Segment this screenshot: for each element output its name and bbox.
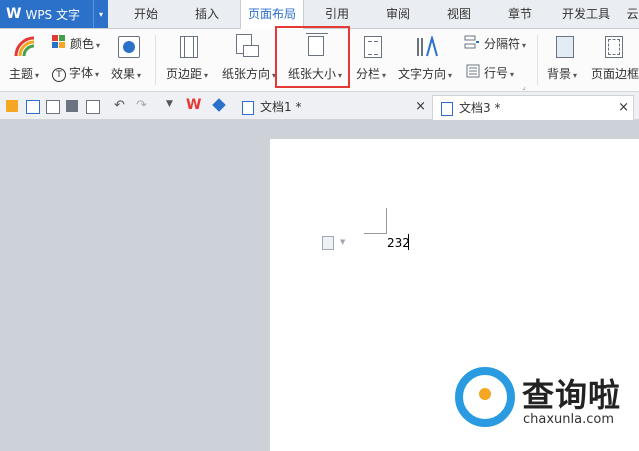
ribbon-separator [155,35,156,85]
wps-logo-icon: W [6,6,22,22]
chevron-down-icon: ▾ [35,71,40,80]
breaks-label: 分隔符 [484,37,521,51]
columns-button[interactable]: 分栏 ▾ [356,65,386,82]
tab-insert[interactable]: 插入 [183,0,231,28]
chevron-down-icon: ▾ [137,71,142,80]
tab-document-1[interactable]: 文档1 * × [238,95,426,119]
background-icon [556,36,574,58]
highlight-box [275,26,350,88]
background-label: 背景 [547,67,572,81]
page-border-icon [605,36,623,58]
columns-label: 分栏 [356,67,381,81]
page-border-button[interactable]: 页面边框 [591,65,639,82]
effect-button[interactable]: 效果 ▾ [111,65,141,82]
text-direction-label: 文字方向 [398,67,447,81]
theme-button[interactable]: 主题 ▾ [9,65,39,82]
page-border-label: 页面边框 [591,67,639,81]
tab-document-3-label: 文档3 * [459,101,501,115]
watermark-title: 查询啦 [522,376,622,414]
print-preview-icon[interactable] [86,100,100,114]
tab-cloud[interactable]: 云 [626,0,639,28]
orientation-icon [236,34,259,57]
margins-label: 页边距 [166,67,203,81]
line-numbers-icon [466,64,480,78]
effect-icon [118,36,140,58]
open-folder-icon[interactable] [6,100,18,112]
export-pdf-icon[interactable] [46,100,60,114]
chevron-down-icon: ▾ [95,70,100,79]
tab-review[interactable]: 审阅 [374,0,422,28]
paragraph-layout-icon[interactable] [322,236,334,250]
document-icon [441,101,453,116]
line-numbers-button[interactable]: 行号 ▾ [484,64,514,81]
tab-start[interactable]: 开始 [122,0,170,28]
line-numbers-label: 行号 [484,66,509,80]
print-icon[interactable] [66,100,78,112]
font-icon: T [52,68,66,82]
color-button[interactable]: 颜色 ▾ [70,35,100,52]
margins-button[interactable]: 页边距 ▾ [166,65,208,82]
tab-document-1-label: 文档1 * [260,100,302,114]
document-icon [242,100,254,115]
text-direction-icon [417,36,438,57]
tab-document-3[interactable]: 文档3 * × [432,95,634,120]
text-cursor [408,234,409,250]
chevron-down-icon: ▾ [96,41,101,50]
close-icon[interactable]: × [618,96,629,120]
margins-icon [180,36,198,58]
document-text[interactable]: 232 [387,236,410,250]
color-icon [52,35,65,48]
margin-marker [386,208,387,234]
breaks-icon [464,35,479,49]
breaks-button[interactable]: 分隔符 ▾ [484,35,526,52]
app-dropdown-icon[interactable]: ▾ [93,0,108,28]
font-label: 字体 [69,66,94,80]
watermark-dot [479,388,491,400]
chevron-down-icon: ▾ [510,70,515,79]
tab-developer[interactable]: 开发工具 [556,0,616,28]
color-label: 颜色 [70,37,95,51]
orientation-label: 纸张方向 [222,67,271,81]
theme-icon [14,36,35,57]
chevron-down-icon: ▾ [448,71,453,80]
dialog-launcher-icon[interactable]: ⌟ [522,82,526,91]
orientation-button[interactable]: 纸张方向 ▾ [222,65,276,82]
customize-quick-access-icon[interactable]: ▼ [166,99,173,109]
close-icon[interactable]: × [415,95,426,119]
ribbon-separator [537,35,538,85]
effect-label: 效果 [111,67,136,81]
tab-view[interactable]: 视图 [435,0,483,28]
chevron-down-icon: ▾ [382,71,387,80]
background-button[interactable]: 背景 ▾ [547,65,577,82]
chevron-down-icon: ▾ [573,71,578,80]
tab-chapter[interactable]: 章节 [496,0,544,28]
tab-page-layout[interactable]: 页面布局 [240,0,304,29]
chevron-down-icon: ▾ [522,41,527,50]
chevron-down-icon: ▾ [204,71,209,80]
undo-icon[interactable]: ↶ [114,98,125,113]
watermark-url: chaxunla.com [523,412,614,427]
tab-references[interactable]: 引用 [313,0,361,28]
chevron-down-icon[interactable]: ▼ [340,238,345,246]
margin-marker [364,233,387,234]
redo-icon[interactable]: ↷ [136,98,147,113]
app-name: WPS 文字 [25,7,80,22]
wps-home-icon[interactable]: W [186,97,201,113]
save-icon[interactable] [26,100,40,114]
app-menu-button[interactable]: W WPS 文字 ▾ [0,0,108,28]
columns-icon [364,36,382,58]
theme-label: 主题 [9,67,34,81]
text-direction-button[interactable]: 文字方向 ▾ [398,65,452,82]
font-button[interactable]: T 字体 ▾ [52,64,99,82]
